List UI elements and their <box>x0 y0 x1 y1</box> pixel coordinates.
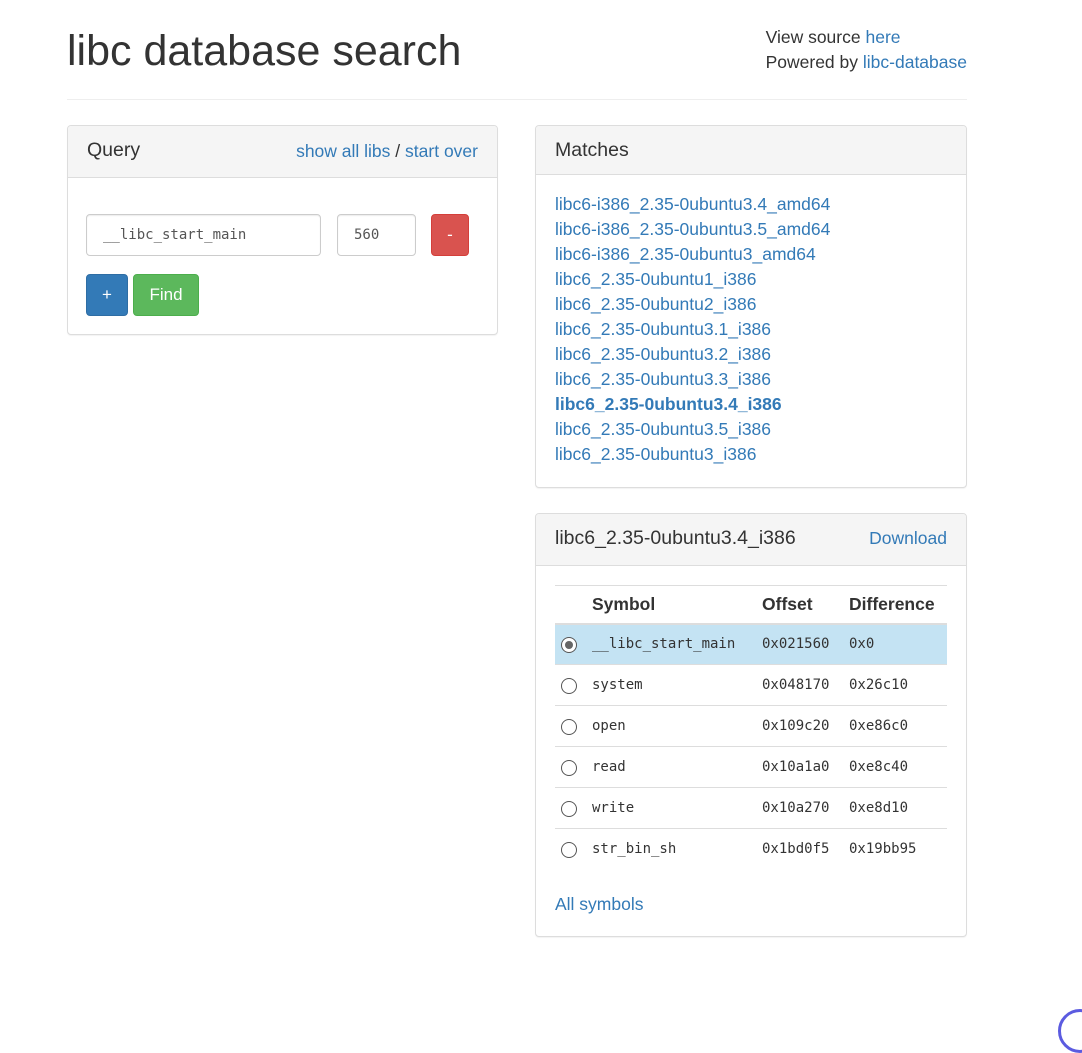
view-source-link[interactable]: here <box>865 27 900 47</box>
view-source-label: View source <box>765 27 861 47</box>
symbol-name-cell: read <box>592 746 762 788</box>
match-link[interactable]: libc6_2.35-0ubuntu3.4_i386 <box>555 394 782 414</box>
symbol-name-input[interactable] <box>86 214 321 256</box>
libc-database-link[interactable]: libc-database <box>863 52 967 72</box>
symbol-row[interactable]: system 0x048170 0x26c10 <box>555 664 947 706</box>
query-panel-heading: Query show all libs / start over <box>68 126 497 178</box>
symbol-offset-cell: 0x048170 <box>762 664 849 706</box>
match-item: libc6_2.35-0ubuntu3.1_i386 <box>555 317 830 342</box>
match-item: libc6_2.35-0ubuntu1_i386 <box>555 267 830 292</box>
match-item: libc6-i386_2.35-0ubuntu3_amd64 <box>555 242 830 267</box>
show-all-libs-link[interactable]: show all libs <box>296 141 390 161</box>
match-link[interactable]: libc6-i386_2.35-0ubuntu3_amd64 <box>555 244 816 264</box>
symbol-difference-cell: 0xe86c0 <box>849 705 947 747</box>
result-panel-title: libc6_2.35-0ubuntu3.4_i386 <box>555 527 796 549</box>
symbol-address-input[interactable] <box>337 214 416 256</box>
symbol-radio-cell <box>555 664 592 706</box>
header-links: View source here Powered by libc-databas… <box>766 25 967 75</box>
symbol-row[interactable]: str_bin_sh 0x1bd0f5 0x19bb95 <box>555 828 947 870</box>
symbol-difference-cell: 0x0 <box>849 623 947 665</box>
all-symbols-link[interactable]: All symbols <box>555 894 644 915</box>
symbol-column-header: Symbol <box>592 585 762 625</box>
symbol-row[interactable]: write 0x10a270 0xe8d10 <box>555 787 947 829</box>
symbol-row[interactable]: read 0x10a1a0 0xe8c40 <box>555 746 947 788</box>
difference-column-header: Difference <box>849 585 947 625</box>
symbol-offset-cell: 0x109c20 <box>762 705 849 747</box>
symbol-offset-cell: 0x1bd0f5 <box>762 828 849 870</box>
match-item: libc6_2.35-0ubuntu3_i386 <box>555 442 830 467</box>
symbol-radio-cell <box>555 828 592 870</box>
match-link[interactable]: libc6-i386_2.35-0ubuntu3.4_amd64 <box>555 194 830 214</box>
result-panel-heading: libc6_2.35-0ubuntu3.4_i386 Download <box>536 514 966 566</box>
matches-panel-title: Matches <box>555 139 629 161</box>
query-panel-links: show all libs / start over <box>296 141 478 162</box>
view-source-line: View source here <box>766 25 967 50</box>
page-title: libc database search <box>67 27 462 75</box>
start-over-link[interactable]: start over <box>405 141 478 161</box>
match-link[interactable]: libc6-i386_2.35-0ubuntu3.5_amd64 <box>555 219 830 239</box>
add-symbol-button[interactable]: + <box>86 274 128 316</box>
symbol-radio-cell <box>555 623 592 665</box>
symbol-radio-cell <box>555 787 592 829</box>
matches-panel-heading: Matches <box>536 126 966 175</box>
floating-widget-icon[interactable] <box>1058 1009 1082 1053</box>
offset-column-header: Offset <box>762 585 849 625</box>
symbol-difference-cell: 0xe8c40 <box>849 746 947 788</box>
symbol-radio[interactable] <box>561 677 577 694</box>
symbol-table: Symbol Offset Difference __libc_start_ma… <box>555 585 947 870</box>
match-item: libc6-i386_2.35-0ubuntu3.5_amd64 <box>555 217 830 242</box>
symbol-radio-cell <box>555 746 592 788</box>
symbol-offset-cell: 0x10a1a0 <box>762 746 849 788</box>
symbol-name-cell: __libc_start_main <box>592 623 762 665</box>
powered-by-label: Powered by <box>765 52 859 72</box>
symbol-name-cell: system <box>592 664 762 706</box>
match-item: libc6_2.35-0ubuntu2_i386 <box>555 292 830 317</box>
symbol-difference-cell: 0xe8d10 <box>849 787 947 829</box>
match-item: libc6_2.35-0ubuntu3.3_i386 <box>555 367 830 392</box>
symbol-radio-cell <box>555 705 592 747</box>
links-separator: / <box>395 141 401 161</box>
symbol-difference-cell: 0x26c10 <box>849 664 947 706</box>
match-link[interactable]: libc6_2.35-0ubuntu3.1_i386 <box>555 319 771 339</box>
query-panel: Query show all libs / start over - + Fin… <box>67 125 498 335</box>
symbol-offset-cell: 0x10a270 <box>762 787 849 829</box>
symbol-name-cell: str_bin_sh <box>592 828 762 870</box>
symbol-offset-cell: 0x021560 <box>762 623 849 665</box>
remove-symbol-button[interactable]: - <box>431 214 469 256</box>
result-panel-links: Download <box>869 528 947 549</box>
symbol-row[interactable]: open 0x109c20 0xe86c0 <box>555 705 947 747</box>
symbol-name-cell: write <box>592 787 762 829</box>
symbol-table-body: __libc_start_main 0x021560 0x0 system 0x0481… <box>555 623 947 870</box>
match-link[interactable]: libc6_2.35-0ubuntu3.5_i386 <box>555 419 771 439</box>
result-panel: libc6_2.35-0ubuntu3.4_i386 Download Symb… <box>535 513 967 937</box>
symbol-row[interactable]: __libc_start_main 0x021560 0x0 <box>555 623 947 665</box>
radio-column-header <box>555 585 592 625</box>
match-item: libc6-i386_2.35-0ubuntu3.4_amd64 <box>555 192 830 217</box>
match-item: libc6_2.35-0ubuntu3.5_i386 <box>555 417 830 442</box>
symbol-radio[interactable] <box>561 800 577 817</box>
match-link[interactable]: libc6_2.35-0ubuntu3.3_i386 <box>555 369 771 389</box>
symbol-radio[interactable] <box>561 718 577 735</box>
powered-by-line: Powered by libc-database <box>766 50 967 75</box>
find-button[interactable]: Find <box>133 274 199 316</box>
symbol-radio[interactable] <box>561 841 577 858</box>
page-header: libc database search View source here Po… <box>67 0 967 100</box>
match-list: libc6-i386_2.35-0ubuntu3.4_amd64 libc6-i3… <box>555 192 830 467</box>
symbol-radio[interactable] <box>561 759 577 776</box>
query-panel-title: Query <box>87 139 141 161</box>
matches-panel: Matches libc6-i386_2.35-0ubuntu3.4_amd64… <box>535 125 967 488</box>
match-item: libc6_2.35-0ubuntu3.2_i386 <box>555 342 830 367</box>
download-link[interactable]: Download <box>869 528 947 548</box>
symbol-radio[interactable] <box>561 636 577 653</box>
match-link[interactable]: libc6_2.35-0ubuntu3.2_i386 <box>555 344 771 364</box>
symbol-difference-cell: 0x19bb95 <box>849 828 947 870</box>
match-link[interactable]: libc6_2.35-0ubuntu2_i386 <box>555 294 756 314</box>
symbol-name-cell: open <box>592 705 762 747</box>
match-link[interactable]: libc6_2.35-0ubuntu1_i386 <box>555 269 756 289</box>
match-item: libc6_2.35-0ubuntu3.4_i386 <box>555 392 830 417</box>
symbol-table-header: Symbol Offset Difference <box>555 585 947 625</box>
match-link[interactable]: libc6_2.35-0ubuntu3_i386 <box>555 444 756 464</box>
